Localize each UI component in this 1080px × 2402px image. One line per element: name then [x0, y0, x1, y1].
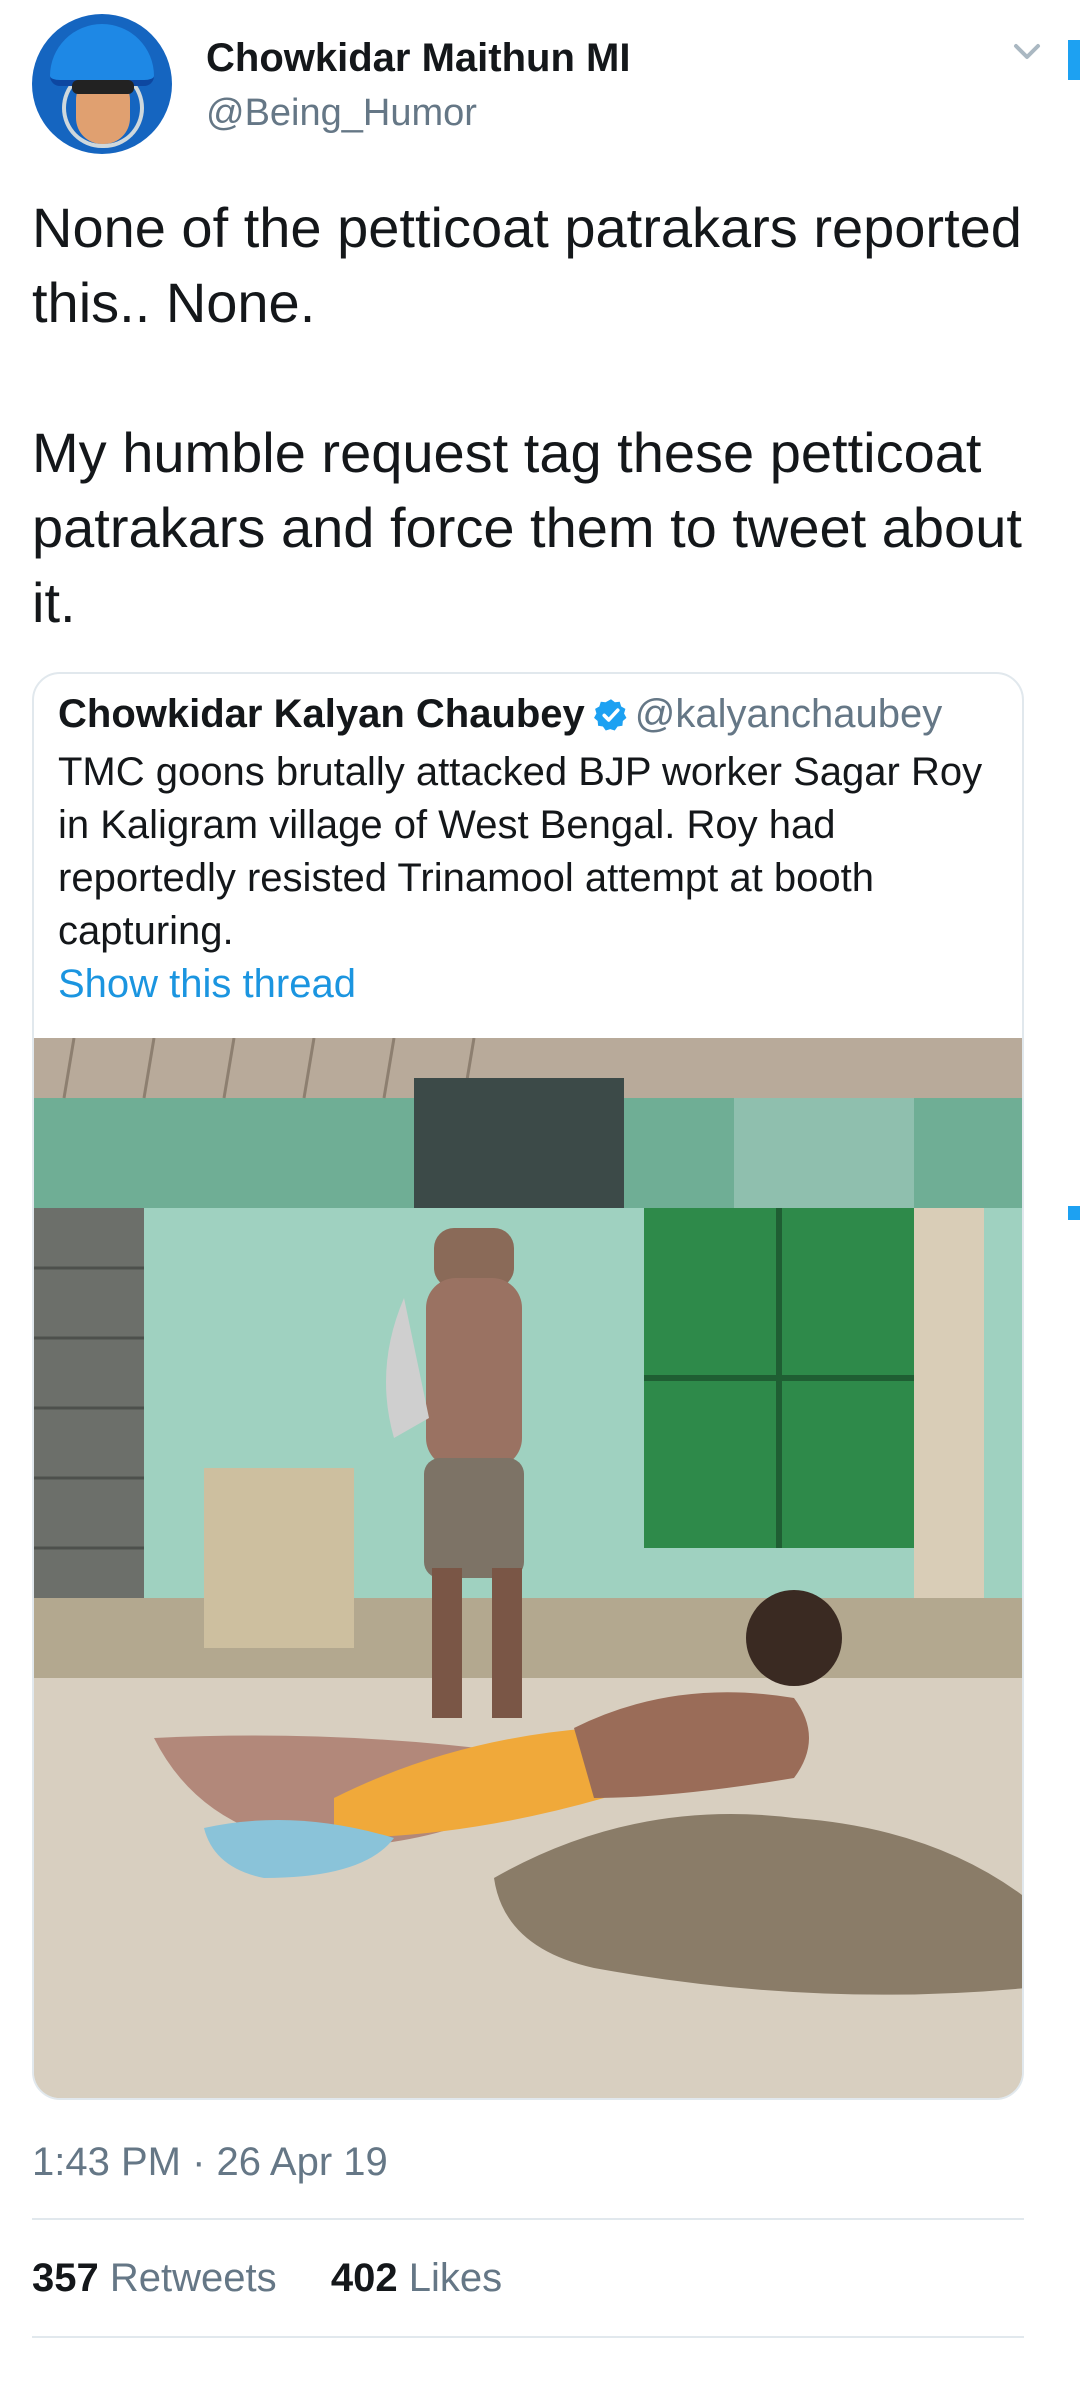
scroll-indicator-mid: [1068, 1206, 1080, 1220]
quoted-tweet-text: TMC goons brutally attacked BJP worker S…: [58, 750, 983, 953]
retweets-label[interactable]: Retweets: [110, 2256, 277, 2300]
quoted-tweet-header: Chowkidar Kalyan Chaubey @kalyanchaubey: [58, 692, 942, 737]
avatar-helmet: [50, 24, 154, 86]
tweet-header: Chowkidar Maithun MI @Being_Humor: [0, 0, 1080, 170]
quoted-tweet-media[interactable]: [34, 1038, 1022, 2098]
tweet-stats: 357 Retweets 402 Likes: [32, 2256, 502, 2301]
likes-count[interactable]: 402: [331, 2256, 398, 2300]
likes-label[interactable]: Likes: [409, 2256, 502, 2300]
retweets-count[interactable]: 357: [32, 2256, 99, 2300]
quoted-tweet-card[interactable]: Chowkidar Kalyan Chaubey @kalyanchaubey …: [32, 672, 1024, 2100]
tweet-paragraph: My humble request tag these petticoat pa…: [32, 421, 1022, 634]
scroll-indicator-top: [1068, 40, 1080, 80]
author-handle[interactable]: @Being_Humor: [206, 92, 477, 135]
quoted-author-handle[interactable]: @kalyanchaubey: [635, 692, 942, 736]
author-display-name[interactable]: Chowkidar Maithun MI: [206, 36, 630, 81]
quoted-author-name[interactable]: Chowkidar Kalyan Chaubey: [58, 692, 585, 736]
author-avatar[interactable]: [32, 14, 172, 154]
divider: [32, 2336, 1024, 2338]
avatar-glasses: [72, 80, 134, 94]
media-image: [34, 1038, 1022, 2098]
tweet-body: None of the petticoat patrakars reported…: [32, 190, 1042, 640]
tweet-paragraph: None of the petticoat patrakars reported…: [32, 196, 1022, 334]
divider: [32, 2218, 1024, 2220]
show-thread-link[interactable]: Show this thread: [58, 962, 356, 1007]
chevron-down-icon[interactable]: [1010, 34, 1044, 68]
verified-badge-icon: [593, 699, 627, 731]
tweet-timestamp[interactable]: 1:43 PM · 26 Apr 19: [32, 2140, 388, 2185]
